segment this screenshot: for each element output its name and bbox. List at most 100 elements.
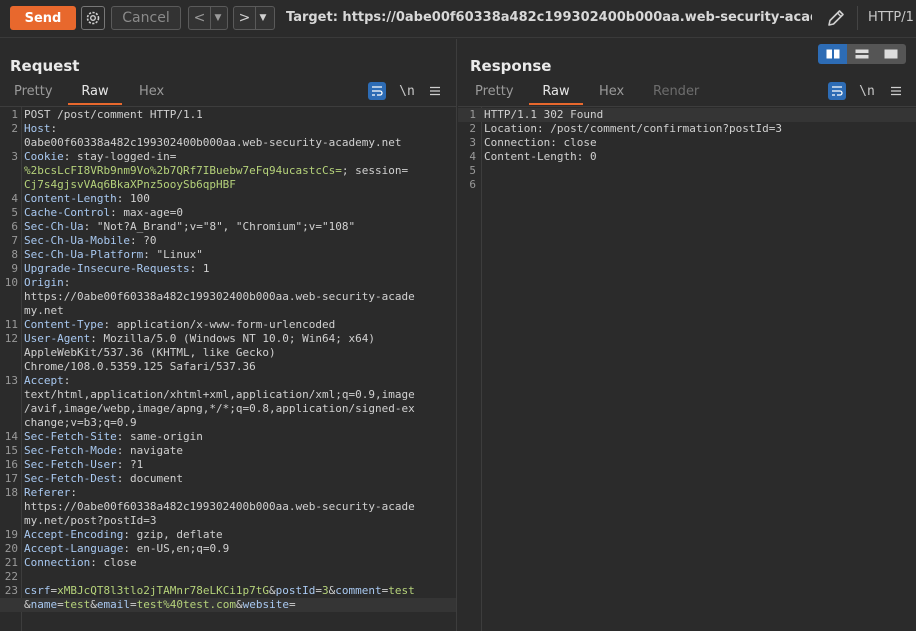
line-number: 2 — [11, 122, 18, 135]
layout-stacked-button[interactable] — [847, 44, 877, 64]
line-number: 17 — [4, 472, 18, 485]
toolbar: Send Cancel < ▼ > ▼ Target: https://0abe… — [0, 0, 916, 38]
settings-gear-button[interactable] — [81, 6, 105, 30]
line-number: 3 — [469, 136, 476, 149]
header-value: ?0 — [136, 234, 157, 247]
line-content: POST /post/comment HTTP/1.1 — [24, 108, 203, 121]
code-line: 2 Host: — [0, 122, 456, 136]
line-text: HTTP/1.1 302 Found — [484, 108, 604, 121]
line-text: Origin: — [24, 276, 71, 289]
code-line: text/html,application/xhtml+xml,applicat… — [0, 388, 456, 402]
tab-raw[interactable]: Raw — [529, 81, 583, 105]
response-editor[interactable]: 1 HTTP/1.1 302 Found 2 Location: /post/comm… — [458, 106, 916, 631]
code-line: Cj7s4gjsvVAq6BkaXPnz5ooySb6qpHBF — [0, 178, 456, 192]
show-newlines-icon[interactable]: \n — [398, 82, 416, 100]
forward-button[interactable]: > — [234, 7, 256, 29]
menu-icon[interactable] — [426, 82, 444, 100]
code-line: 2 Location: /post/comment/confirmation?po… — [458, 122, 916, 136]
layout-tabs-button[interactable] — [876, 44, 906, 64]
header-name: Cookie — [24, 150, 64, 163]
line-text: Cookie: stay-logged-in= — [24, 150, 177, 163]
cookie-eq: = — [169, 150, 177, 163]
line-number: 16 — [4, 458, 18, 471]
line-number: 18 — [4, 486, 18, 499]
code-line: 22 — [0, 570, 456, 584]
response-raw-text[interactable]: 1 HTTP/1.1 302 Found 2 Location: /post/comm… — [458, 108, 916, 192]
http-version-label[interactable]: HTTP/1 — [868, 10, 914, 25]
word-wrap-icon[interactable] — [828, 82, 846, 100]
back-button[interactable]: < — [189, 7, 211, 29]
header-name: Accept-Language — [24, 542, 124, 555]
line-text: Content-Length: 0 — [484, 150, 597, 163]
line-text: https://0abe00f60338a482c199302400b000aa… — [24, 500, 415, 514]
code-line: 3 Cookie: stay-logged-in= — [0, 150, 456, 164]
chevron-down-icon: ▼ — [214, 13, 222, 23]
back-nav: < ▼ — [188, 6, 228, 30]
code-line: my.net — [0, 304, 456, 318]
code-line: 1 HTTP/1.1 302 Found — [458, 108, 916, 122]
tab-pretty[interactable]: Pretty — [475, 81, 517, 105]
line-number: 5 — [469, 164, 476, 177]
line-number: 19 — [4, 528, 18, 541]
line-number: 2 — [469, 122, 476, 135]
line-number: 8 — [11, 248, 18, 261]
line-text: Sec-Fetch-Dest: document — [24, 472, 183, 485]
line-text: %2bcsLcFI8VRb9nm9Vo%2b7QRf7IBuebw7eFq94u… — [24, 164, 408, 178]
header-name: Accept-Encoding — [24, 528, 124, 541]
forward-history-dropdown[interactable]: ▼ — [256, 7, 270, 29]
code-line: Chrome/108.0.5359.125 Safari/537.36 — [0, 360, 456, 374]
param-name: comment — [335, 584, 382, 597]
code-line: 0abe00f60338a482c199302400b000aa.web-sec… — [0, 136, 456, 150]
header-name: Sec-Ch-Ua — [24, 220, 84, 233]
code-line: 13 Accept: — [0, 374, 456, 388]
cancel-button[interactable]: Cancel — [111, 6, 181, 30]
cookie-value: %2bcsLcFI8VRb9nm9Vo%2b7QRf7IBuebw7eFq94u… — [24, 164, 342, 177]
send-button[interactable]: Send — [10, 6, 76, 30]
param-value: test — [63, 598, 91, 611]
pencil-edit-icon[interactable] — [825, 7, 847, 29]
code-line: 6 — [458, 178, 916, 192]
line-text: Chrome/108.0.5359.125 Safari/537.36 — [24, 360, 256, 374]
layout-side-by-side-button[interactable] — [818, 44, 848, 64]
code-line: 5 Cache-Control: max-age=0 — [0, 206, 456, 220]
code-line: 16 Sec-Fetch-User: ?1 — [0, 458, 456, 472]
code-line: https://0abe00f60338a482c199302400b000aa… — [0, 290, 456, 304]
line-text: Location: /post/comment/confirmation?pos… — [484, 122, 783, 135]
line-number: 5 — [11, 206, 18, 219]
gear-icon — [86, 11, 100, 25]
back-history-dropdown[interactable]: ▼ — [211, 7, 225, 29]
tab-pretty[interactable]: Pretty — [14, 81, 56, 105]
param-value: test%40test.com — [136, 598, 236, 611]
menu-icon[interactable] — [887, 82, 905, 100]
line-number: 6 — [11, 220, 18, 233]
code-line: 17 Sec-Fetch-Dest: document — [0, 472, 456, 486]
header-value: close — [96, 556, 137, 569]
tab-raw[interactable]: Raw — [68, 81, 122, 105]
line-text: Connection: close — [24, 556, 137, 569]
line-content: Chrome/108.0.5359.125 Safari/537.36 — [24, 360, 256, 373]
header-name: Sec-Fetch-User — [24, 458, 117, 471]
line-text: Upgrade-Insecure-Requests: 1 — [24, 262, 210, 275]
line-text: Connection: close — [484, 136, 597, 149]
code-line: 4 Content-Length: 100 — [0, 192, 456, 206]
code-line: 9 Upgrade-Insecure-Requests: 1 — [0, 262, 456, 276]
request-raw-text[interactable]: 1 POST /post/comment HTTP/1.1 2 Host: 0abe00… — [0, 108, 456, 612]
line-text: Sec-Fetch-Site: same-origin — [24, 430, 203, 443]
code-line: 14 Sec-Fetch-Site: same-origin — [0, 430, 456, 444]
code-line: 21 Connection: close — [0, 556, 456, 570]
param-value: xMBJcQT8l3tlo2jTAMnr78eLKCi1p7tG — [57, 584, 270, 597]
tab-hex[interactable]: Hex — [599, 81, 629, 105]
tab-render[interactable]: Render — [653, 81, 703, 105]
param-name: csrf — [24, 584, 51, 597]
code-line: 18 Referer: — [0, 486, 456, 500]
line-number: 21 — [4, 556, 18, 569]
tab-hex[interactable]: Hex — [139, 81, 169, 105]
line-text: POST /post/comment HTTP/1.1 — [24, 108, 203, 122]
code-line: 20 Accept-Language: en-US,en;q=0.9 — [0, 542, 456, 556]
word-wrap-icon[interactable] — [368, 82, 386, 100]
request-editor[interactable]: 1 POST /post/comment HTTP/1.1 2 Host: 0abe00… — [0, 106, 456, 631]
show-newlines-icon[interactable]: \n — [858, 82, 876, 100]
target-url: Target: https://0abe00f60338a482c1993024… — [286, 10, 812, 25]
code-line: 23 csrf=xMBJcQT8l3tlo2jTAMnr78eLKCi1p7tG&… — [0, 584, 456, 598]
line-text: change;v=b3;q=0.9 — [24, 416, 137, 430]
